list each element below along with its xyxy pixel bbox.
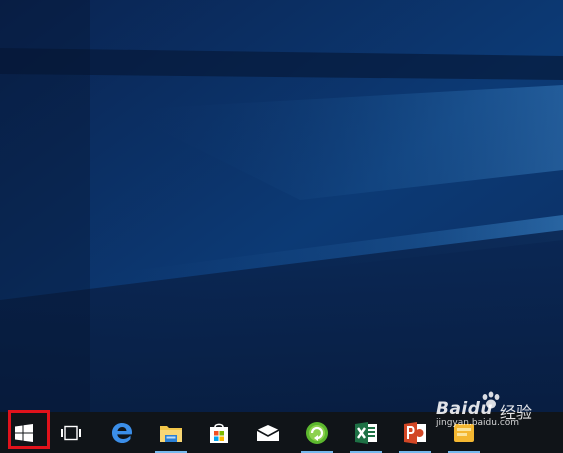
- store-button[interactable]: [199, 412, 239, 453]
- baidu-watermark: Baidu 经验 jingyan.baidu.com: [430, 391, 558, 431]
- green-refresh-icon: [306, 421, 328, 444]
- edge-button[interactable]: [102, 412, 142, 453]
- watermark-logo-text: Baidu: [436, 399, 494, 419]
- excel-button[interactable]: [346, 412, 386, 453]
- store-bag-icon: [210, 423, 228, 443]
- powerpoint-button[interactable]: [395, 412, 435, 453]
- folder-icon: [160, 425, 182, 442]
- mail-envelope-icon: [256, 424, 280, 441]
- edge-browser-icon: [112, 422, 132, 443]
- desktop: Baidu 经验 jingyan.baidu.com: [0, 0, 563, 453]
- mail-button[interactable]: [248, 412, 288, 453]
- watermark-url: jingyan.baidu.com: [436, 418, 520, 428]
- task-view-icon: [61, 425, 81, 440]
- powerpoint-icon: [404, 421, 426, 444]
- file-explorer-button[interactable]: [151, 412, 191, 453]
- green-app-button[interactable]: [297, 412, 337, 453]
- desktop-wallpaper: [0, 0, 563, 412]
- start-button-highlight: [8, 410, 50, 449]
- excel-icon: [355, 421, 377, 444]
- task-view-button[interactable]: [51, 412, 91, 453]
